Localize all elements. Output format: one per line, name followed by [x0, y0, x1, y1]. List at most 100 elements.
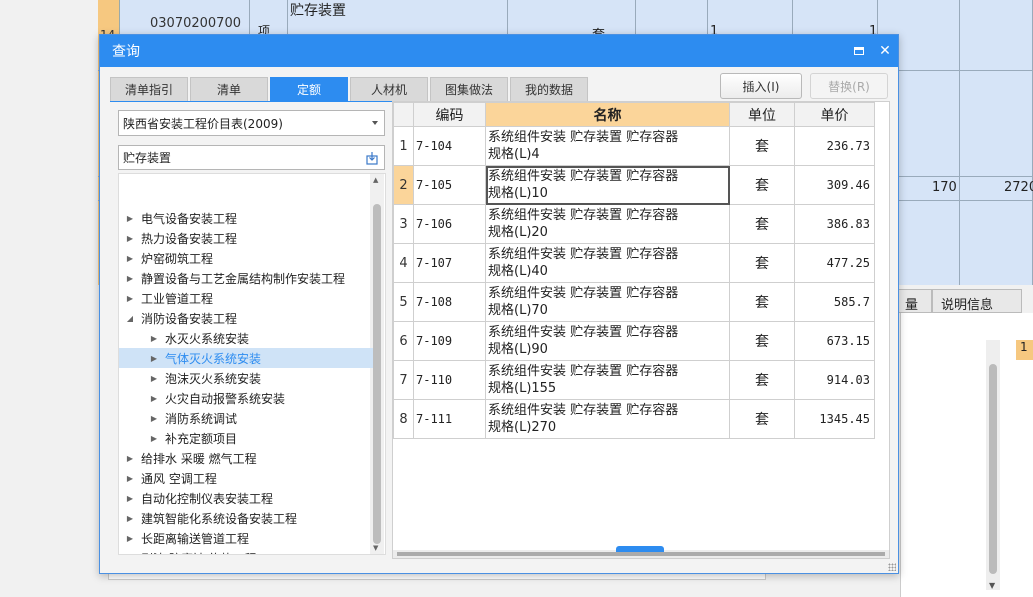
tree-item[interactable]: ▶ 水灭火系统安装 — [119, 328, 373, 348]
row-number-cell[interactable]: 5 — [393, 282, 414, 322]
header-name[interactable]: 名称 — [485, 102, 730, 127]
table-row[interactable]: 1 7-104 系统组件安装 贮存装置 贮存容器 规格(L)4 套 236.73 — [393, 126, 875, 166]
tab-my-data[interactable]: 我的数据 — [510, 77, 588, 101]
code-cell[interactable]: 7-111 — [413, 399, 486, 439]
table-row[interactable]: 2 7-105 系统组件安装 贮存装置 贮存容器 规格(L)10 套 309.46 — [393, 165, 875, 205]
code-cell[interactable]: 7-106 — [413, 204, 486, 244]
grid-scroll-thumb[interactable] — [397, 552, 885, 556]
tree-item[interactable]: ▶ 气体灭火系统安装 — [119, 348, 373, 368]
tab-bill[interactable]: 清单 — [190, 77, 268, 101]
row-number-cell[interactable]: 4 — [393, 243, 414, 283]
background-total-col[interactable]: 2720 — [960, 0, 1033, 285]
library-select[interactable]: 陕西省安装工程价目表(2009) — [118, 110, 385, 136]
chevron-right-icon[interactable]: ▶ — [119, 294, 141, 303]
tree-item[interactable]: ▶ 静置设备与工艺金属结构制作安装工程 — [119, 268, 373, 288]
collapse-handle[interactable] — [616, 546, 664, 552]
replace-button[interactable]: 替换(R) — [810, 73, 888, 99]
unit-cell[interactable]: 套 — [729, 165, 795, 205]
tree-item[interactable]: ▶ 火灾自动报警系统安装 — [119, 388, 373, 408]
dialog-titlebar[interactable]: 查询 ✕ — [100, 35, 898, 67]
chevron-right-icon[interactable]: ▶ — [119, 254, 141, 263]
price-cell[interactable]: 673.15 — [794, 321, 875, 361]
table-row[interactable]: 4 7-107 系统组件安装 贮存装置 贮存容器 规格(L)40 套 477.25 — [393, 243, 875, 283]
unit-cell[interactable]: 套 — [729, 399, 795, 439]
chevron-right-icon[interactable]: ▶ — [119, 454, 141, 463]
tab-labor-material[interactable]: 人材机 — [350, 77, 428, 101]
name-cell[interactable]: 系统组件安装 贮存装置 贮存容器 规格(L)40 — [485, 243, 730, 283]
maximize-button[interactable] — [846, 35, 872, 67]
close-button[interactable]: ✕ — [872, 35, 898, 67]
insert-button[interactable]: 插入(I) — [720, 73, 802, 99]
row-number-cell[interactable]: 1 — [393, 126, 414, 166]
background-tab-partial[interactable]: 量 — [896, 289, 932, 313]
chevron-right-icon[interactable]: ▶ — [143, 414, 165, 423]
name-cell[interactable]: 系统组件安装 贮存装置 贮存容器 规格(L)90 — [485, 321, 730, 361]
chevron-right-icon[interactable]: ▶ — [143, 334, 165, 343]
unit-cell[interactable]: 套 — [729, 243, 795, 283]
header-code[interactable]: 编码 — [413, 102, 486, 127]
tree-item[interactable]: ▶ 电气设备安装工程 — [119, 208, 373, 228]
chevron-right-icon[interactable]: ▶ — [119, 474, 141, 483]
price-cell[interactable]: 236.73 — [794, 126, 875, 166]
tree-item[interactable]: ▶ 泡沫灭火系统安装 — [119, 368, 373, 388]
row-number-cell[interactable]: 2 — [393, 165, 414, 205]
tree-item[interactable]: ▶ 热力设备安装工程 — [119, 228, 373, 248]
tree-item[interactable]: ▶ 补充定额项目 — [119, 428, 373, 448]
chevron-right-icon[interactable]: ▶ — [119, 534, 141, 543]
tree-item[interactable]: ▶ 给排水 采暖 燃气工程 — [119, 448, 373, 468]
name-cell[interactable]: 系统组件安装 贮存装置 贮存容器 规格(L)70 — [485, 282, 730, 322]
background-row1-header[interactable]: 1 — [1016, 340, 1033, 360]
chevron-right-icon[interactable]: ▶ — [119, 274, 141, 283]
table-row[interactable]: 3 7-106 系统组件安装 贮存装置 贮存容器 规格(L)20 套 386.83 — [393, 204, 875, 244]
unit-cell[interactable]: 套 — [729, 360, 795, 400]
tree-scroll-thumb[interactable] — [373, 204, 381, 544]
tree-item[interactable]: ▶刷油 防腐蚀 绝热工程 — [119, 548, 373, 555]
header-price[interactable]: 单价 — [794, 102, 875, 127]
background-tab-info[interactable]: 说明信息 — [932, 289, 1022, 313]
unit-cell[interactable]: 套 — [729, 126, 795, 166]
price-cell[interactable]: 309.46 — [794, 165, 875, 205]
code-cell[interactable]: 7-109 — [413, 321, 486, 361]
scroll-down-icon[interactable]: ▼ — [989, 581, 995, 590]
tree-item[interactable]: ▶ 炉窑砌筑工程 — [119, 248, 373, 268]
chevron-right-icon[interactable]: ▶ — [119, 234, 141, 243]
name-cell[interactable]: 系统组件安装 贮存装置 贮存容器 规格(L)10 — [485, 165, 730, 205]
background-scrollbar[interactable]: ▼ — [986, 340, 1000, 590]
unit-cell[interactable]: 套 — [729, 282, 795, 322]
code-cell[interactable]: 7-104 — [413, 126, 486, 166]
chevron-right-icon[interactable]: ▶ — [119, 514, 141, 523]
tree-item[interactable]: ▶ 长距离输送管道工程 — [119, 528, 373, 548]
name-cell[interactable]: 系统组件安装 贮存装置 贮存容器 规格(L)155 — [485, 360, 730, 400]
scroll-up-icon[interactable]: ▲ — [373, 176, 378, 184]
code-cell[interactable]: 7-105 — [413, 165, 486, 205]
table-row[interactable]: 5 7-108 系统组件安装 贮存装置 贮存容器 规格(L)70 套 585.7 — [393, 282, 875, 322]
search-input[interactable]: 贮存装置 — [118, 145, 385, 170]
code-cell[interactable]: 7-108 — [413, 282, 486, 322]
tree-item[interactable]: ▶ 工业管道工程 — [119, 288, 373, 308]
chevron-down-icon[interactable]: ◢ — [119, 314, 141, 323]
price-cell[interactable]: 585.7 — [794, 282, 875, 322]
table-row[interactable]: 6 7-109 系统组件安装 贮存装置 贮存容器 规格(L)90 套 673.15 — [393, 321, 875, 361]
chevron-right-icon[interactable]: ▶ — [143, 434, 165, 443]
price-cell[interactable]: 386.83 — [794, 204, 875, 244]
price-cell[interactable]: 477.25 — [794, 243, 875, 283]
price-cell[interactable]: 914.03 — [794, 360, 875, 400]
header-unit[interactable]: 单位 — [729, 102, 795, 127]
tab-drawing-method[interactable]: 图集做法 — [430, 77, 508, 101]
tab-quota[interactable]: 定额 — [270, 77, 348, 101]
price-cell[interactable]: 1345.45 — [794, 399, 875, 439]
row-number-cell[interactable]: 8 — [393, 399, 414, 439]
name-cell[interactable]: 系统组件安装 贮存装置 贮存容器 规格(L)20 — [485, 204, 730, 244]
chevron-right-icon[interactable]: ▶ — [119, 214, 141, 223]
table-row[interactable]: 8 7-111 系统组件安装 贮存装置 贮存容器 规格(L)270 套 1345.45 — [393, 399, 875, 439]
tree-item[interactable]: ◢ 消防设备安装工程 — [119, 308, 373, 328]
table-row[interactable]: 7 7-110 系统组件安装 贮存装置 贮存容器 规格(L)155 套 914.03 — [393, 360, 875, 400]
chevron-right-icon[interactable]: ▶ — [143, 354, 165, 363]
tree-item[interactable]: ▶ 通风 空调工程 — [119, 468, 373, 488]
unit-cell[interactable]: 套 — [729, 321, 795, 361]
unit-cell[interactable]: 套 — [729, 204, 795, 244]
code-cell[interactable]: 7-107 — [413, 243, 486, 283]
code-cell[interactable]: 7-110 — [413, 360, 486, 400]
chevron-right-icon[interactable]: ▶ — [119, 494, 141, 503]
tree-item[interactable]: ▶ 消防系统调试 — [119, 408, 373, 428]
